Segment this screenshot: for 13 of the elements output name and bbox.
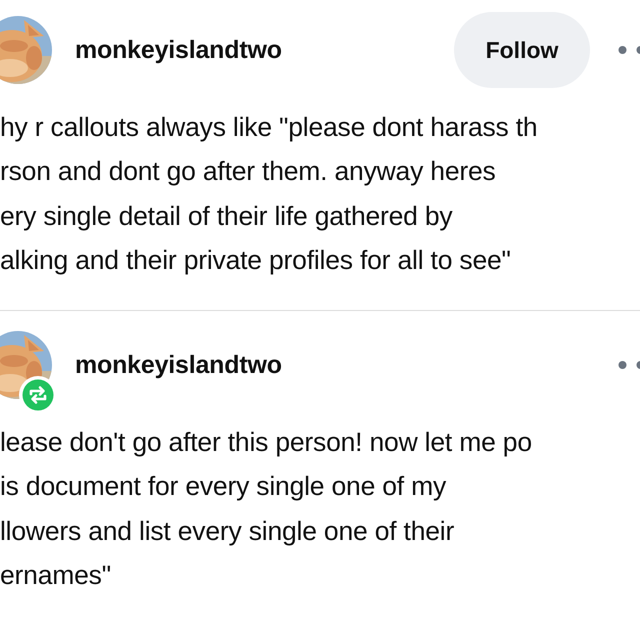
more-icon[interactable] [618, 360, 640, 370]
post-text-line: ernames" [0, 559, 111, 592]
post-text-line: ery single detail of their life gathered by [0, 200, 452, 233]
username[interactable]: monkeyislandtwo [75, 36, 282, 64]
post-text-line: rson and dont go after them. anyway heres [0, 155, 496, 188]
post-text-line: llowers and list every single one of their [0, 514, 454, 548]
post-text-line: is document for every single one of my [0, 470, 446, 504]
more-icon[interactable] [618, 45, 640, 55]
username[interactable]: monkeyislandtwo [75, 350, 282, 380]
follow-button[interactable]: Follow [454, 12, 590, 88]
post-text-line: alking and their private profiles for all to see" [0, 244, 511, 277]
post-text-line: hy r callouts always like "please dont harass th [0, 111, 538, 144]
post-text-line: lease don't go after this person! now let me po [0, 426, 532, 460]
